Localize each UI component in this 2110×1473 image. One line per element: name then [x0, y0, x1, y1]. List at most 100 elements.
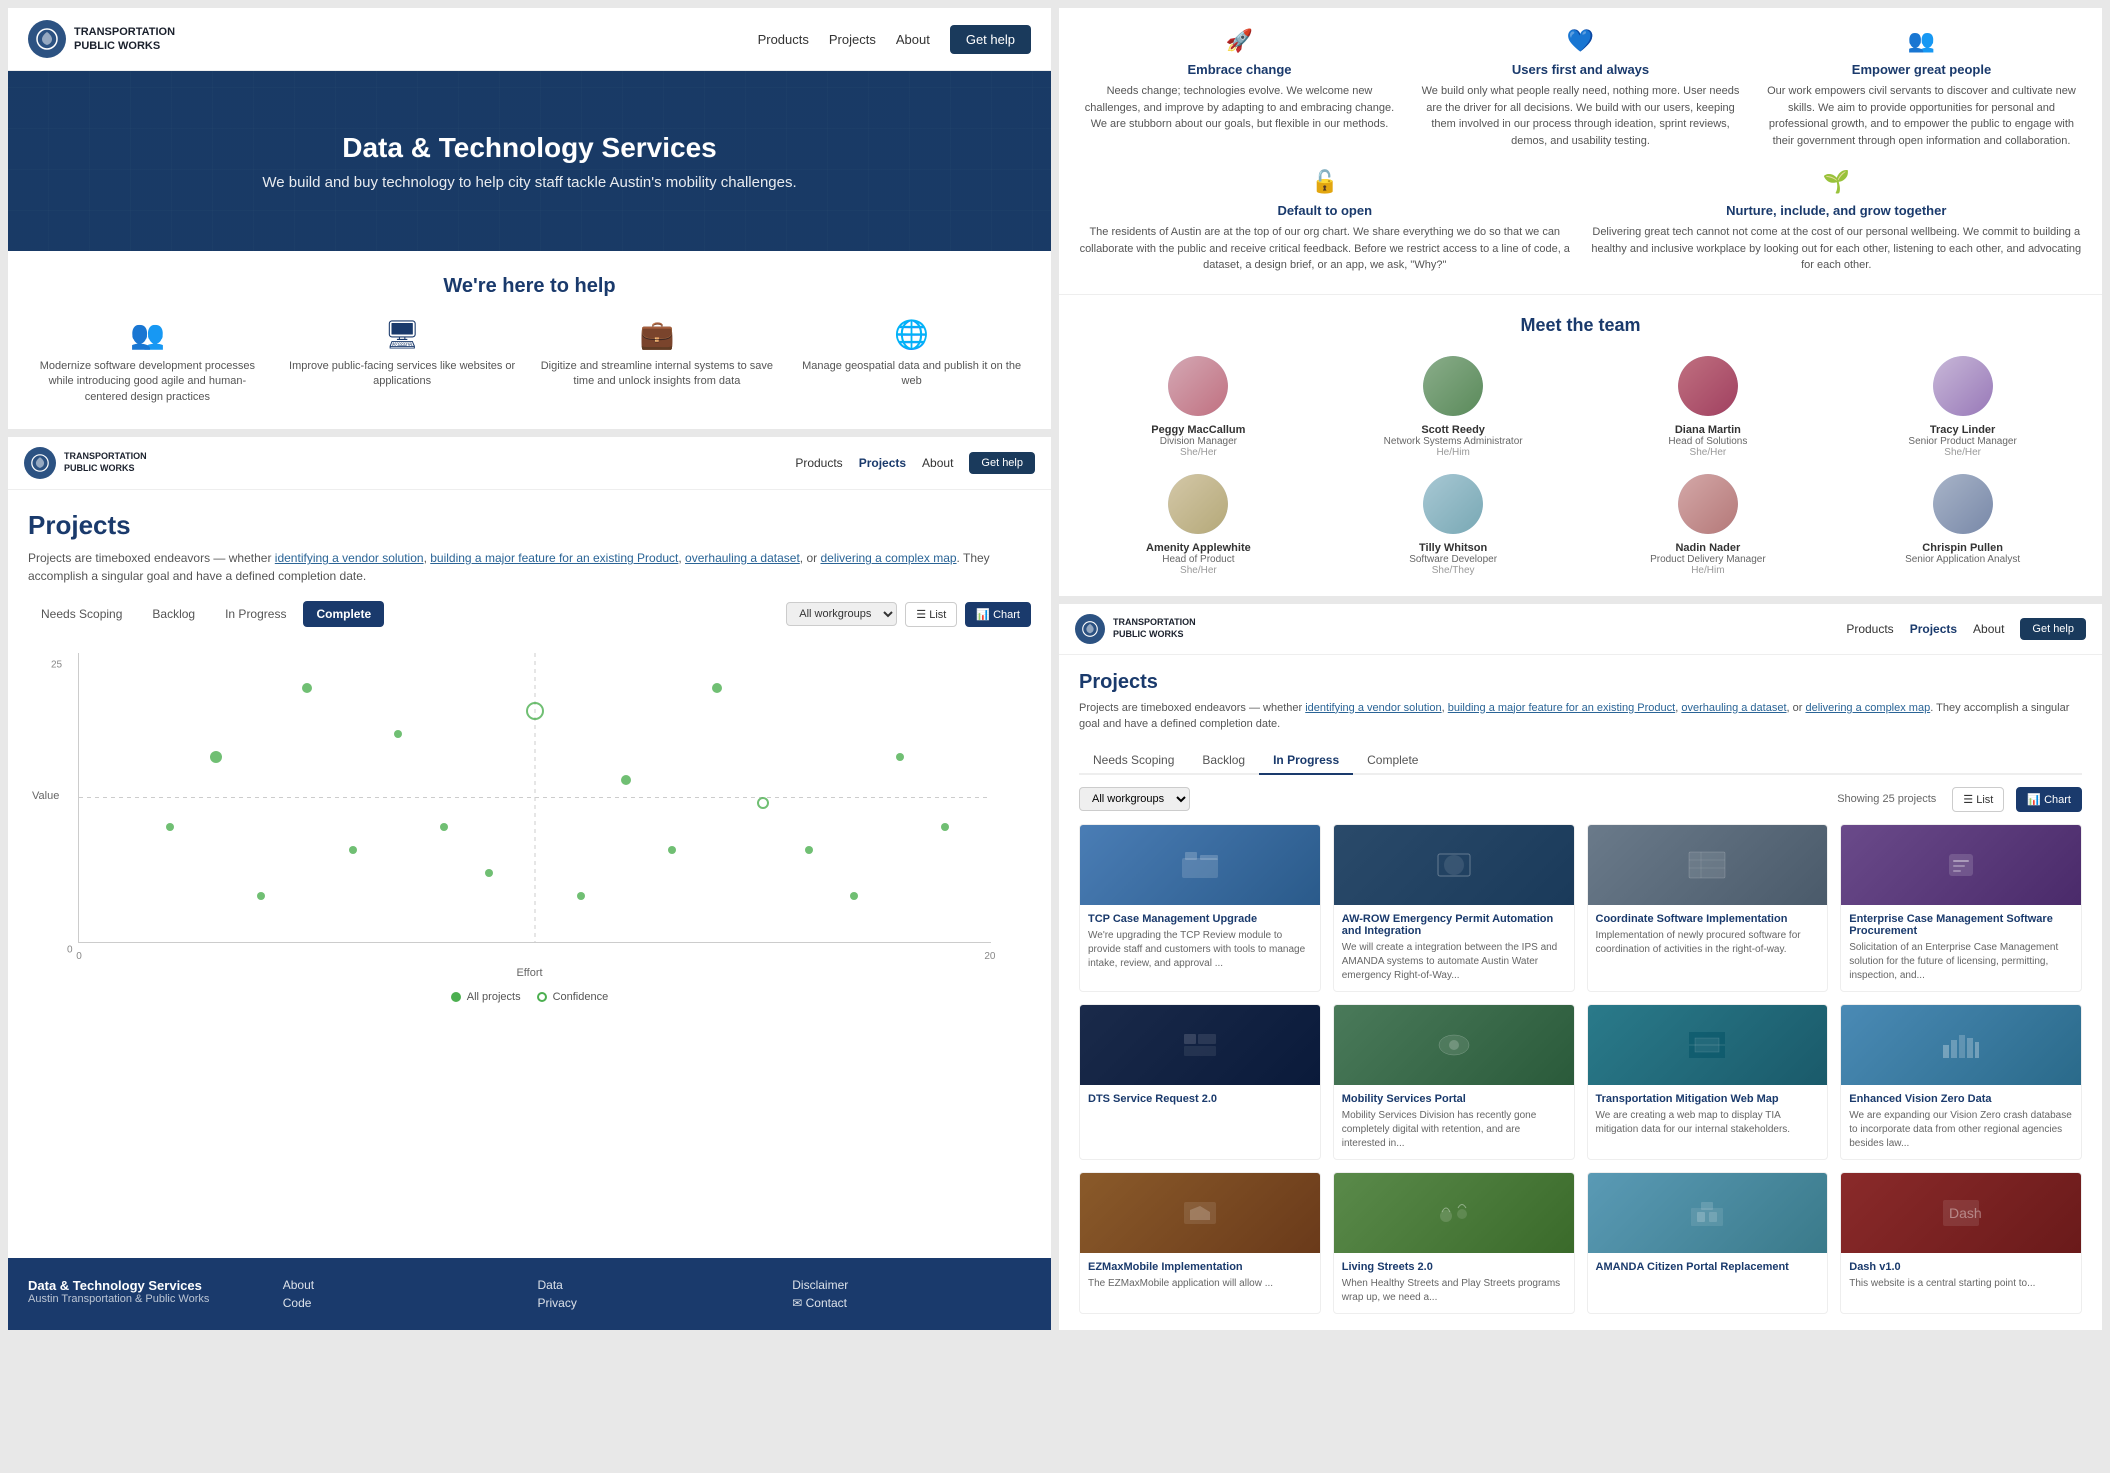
project-card-8[interactable]: EZMaxMobile Implementation The EZMaxMobi… — [1079, 1172, 1321, 1314]
footer-links-1: About Code — [283, 1278, 522, 1310]
member-7-name: Chrispin Pullen — [1843, 542, 2082, 554]
project-img-placeholder-9 — [1334, 1173, 1574, 1253]
project-card-5[interactable]: Mobility Services Portal Mobility Servic… — [1333, 1004, 1575, 1160]
link-vendor[interactable]: identifying a vendor solution — [275, 551, 424, 565]
feature-0: 👥 Modernize software development process… — [28, 318, 267, 405]
member-1-role: Network Systems Administrator — [1334, 436, 1573, 447]
feature-1: 🖥 Improve public-facing services like we… — [283, 318, 522, 405]
value-nurture: 🌱 Nurture, include, and grow together De… — [1591, 169, 2083, 274]
list-link-map[interactable]: delivering a complex map — [1805, 702, 1930, 714]
project-card-1[interactable]: AW-ROW Emergency Permit Automation and I… — [1333, 824, 1575, 992]
project-card-11[interactable]: Dash Dash v1.0 This website is a central… — [1840, 1172, 2082, 1314]
list-nav-products[interactable]: Products — [1846, 622, 1893, 636]
footer-title: Data & Technology Services — [28, 1278, 267, 1293]
project-card-10[interactable]: AMANDA Citizen Portal Replacement — [1587, 1172, 1829, 1314]
chart-dot-17 — [941, 823, 949, 831]
list-view-button[interactable]: ☰ List — [905, 602, 957, 627]
member-5-name: Tilly Whitson — [1334, 542, 1573, 554]
avatar-img-7 — [1933, 474, 1993, 534]
chart-dot-7 — [349, 846, 357, 854]
tab-needs-scoping[interactable]: Needs Scoping — [28, 601, 135, 627]
chart-filter-group: All workgroups ☰ List 📊 Chart — [786, 602, 1031, 627]
project-card-6[interactable]: Transportation Mitigation Web Map We are… — [1587, 1004, 1829, 1160]
footer-data[interactable]: Data — [538, 1278, 777, 1292]
scatter-chart: Value 25 0 0 20 Effort — [28, 643, 1031, 983]
project-8-title: EZMaxMobile Implementation — [1088, 1261, 1312, 1273]
users-title: Users first and always — [1420, 62, 1741, 77]
project-0-title: TCP Case Management Upgrade — [1088, 913, 1312, 925]
list-tab-complete[interactable]: Complete — [1353, 747, 1432, 775]
chart-nav-projects[interactable]: Projects — [859, 456, 906, 470]
footer-privacy[interactable]: Privacy — [538, 1296, 777, 1310]
list-chart-view-button[interactable]: 📊 Chart — [2016, 787, 2082, 812]
member-0-name: Peggy MacCallum — [1079, 424, 1318, 436]
project-card-4[interactable]: DTS Service Request 2.0 — [1079, 1004, 1321, 1160]
list-list-view-button[interactable]: ☰ List — [1952, 787, 2004, 812]
project-card-9[interactable]: Living Streets 2.0 When Healthy Streets … — [1333, 1172, 1575, 1314]
chart-proj-title: Projects — [28, 510, 1031, 541]
list-link-feature[interactable]: building a major feature for an existing… — [1448, 702, 1675, 714]
chart-dot-8 — [485, 869, 493, 877]
tab-in-progress[interactable]: In Progress — [212, 601, 299, 627]
project-2-desc: Implementation of newly procured softwar… — [1596, 929, 1820, 957]
project-card-9-img — [1334, 1173, 1574, 1253]
nav-products[interactable]: Products — [758, 32, 809, 47]
chart-nav-about[interactable]: About — [922, 456, 953, 470]
list-proj-title: Projects — [1079, 671, 2082, 694]
workgroup-select[interactable]: All workgroups — [786, 602, 897, 626]
footer-about[interactable]: About — [283, 1278, 522, 1292]
member-4-company: She/Her — [1079, 565, 1318, 576]
tab-backlog[interactable]: Backlog — [139, 601, 208, 627]
list-get-help-button[interactable]: Get help — [2020, 618, 2086, 640]
help-section: We're here to help 👥 Modernize software … — [8, 251, 1051, 429]
chart-dot-2 — [394, 730, 402, 738]
link-dataset[interactable]: overhauling a dataset — [685, 551, 800, 565]
values-grid-top: 🚀 Embrace change Needs change; technolog… — [1059, 8, 2102, 169]
value-empower: 👥 Empower great people Our work empowers… — [1761, 28, 2082, 149]
team-member-1: Scott Reedy Network Systems Administrato… — [1334, 356, 1573, 458]
chart-view-button[interactable]: 📊 Chart — [965, 602, 1031, 627]
project-card-2[interactable]: Coordinate Software Implementation Imple… — [1587, 824, 1829, 992]
nav-about[interactable]: About — [896, 32, 930, 47]
member-3-company: She/Her — [1843, 447, 2082, 458]
tab-complete[interactable]: Complete — [303, 601, 384, 627]
footer-code[interactable]: Code — [283, 1296, 522, 1310]
member-0-role: Division Manager — [1079, 436, 1318, 447]
list-tab-backlog[interactable]: Backlog — [1188, 747, 1259, 775]
chart-get-help-button[interactable]: Get help — [969, 452, 1035, 474]
project-card-5-body: Mobility Services Portal Mobility Servic… — [1334, 1085, 1574, 1159]
link-feature[interactable]: building a major feature for an existing… — [430, 551, 678, 565]
x-tick-20: 20 — [984, 951, 995, 962]
chart-dot-6 — [712, 683, 722, 693]
list-content: Projects Projects are timeboxed endeavor… — [1059, 655, 2102, 1330]
hero-image: Data & Technology Services We build and … — [8, 71, 1051, 251]
list-link-vendor[interactable]: identifying a vendor solution — [1305, 702, 1441, 714]
hero-content: Data & Technology Services We build and … — [262, 132, 796, 191]
link-map[interactable]: delivering a complex map — [820, 551, 956, 565]
avatar-img-4 — [1168, 474, 1228, 534]
list-link-dataset[interactable]: overhauling a dataset — [1681, 702, 1786, 714]
projects-chart-panel: TRANSPORTATION PUBLIC WORKS Products Pro… — [8, 437, 1051, 1329]
list-tab-in-progress[interactable]: In Progress — [1259, 747, 1353, 775]
project-card-0[interactable]: TCP Case Management Upgrade We're upgrad… — [1079, 824, 1321, 992]
footer-disclaimer[interactable]: Disclaimer — [792, 1278, 1031, 1292]
get-help-button[interactable]: Get help — [950, 25, 1031, 54]
list-nav-about[interactable]: About — [1973, 622, 2004, 636]
legend-all-label: All projects — [467, 991, 521, 1003]
member-1-name: Scott Reedy — [1334, 424, 1573, 436]
project-card-7[interactable]: Enhanced Vision Zero Data We are expandi… — [1840, 1004, 2082, 1160]
hero-subtitle: We build and buy technology to help city… — [262, 174, 796, 191]
chart-dot-9 — [577, 892, 585, 900]
footer-contact[interactable]: ✉ Contact — [792, 1296, 1031, 1310]
avatar-3 — [1933, 356, 1993, 416]
nav-projects[interactable]: Projects — [829, 32, 876, 47]
list-nav-projects[interactable]: Projects — [1910, 622, 1957, 636]
hero-nav-links: Products Projects About Get help — [758, 25, 1031, 54]
list-workgroup-select[interactable]: All workgroups — [1079, 787, 1190, 811]
avatar-img-3 — [1933, 356, 1993, 416]
chart-nav-products[interactable]: Products — [795, 456, 842, 470]
project-card-grid: TCP Case Management Upgrade We're upgrad… — [1079, 824, 2082, 1314]
y-axis-label: Value — [32, 790, 59, 802]
project-card-3[interactable]: Enterprise Case Management Software Proc… — [1840, 824, 2082, 992]
list-tab-needs-scoping[interactable]: Needs Scoping — [1079, 747, 1188, 775]
